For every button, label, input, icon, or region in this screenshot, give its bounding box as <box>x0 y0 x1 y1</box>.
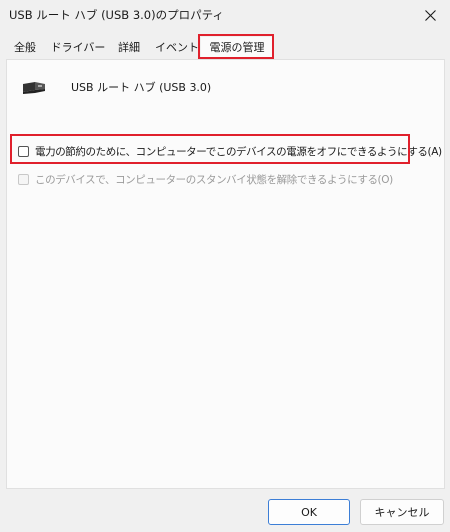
tab-details[interactable]: 詳細 <box>111 37 147 59</box>
tab-strip: 全般 ドライバー 詳細 イベント 電源の管理 <box>5 37 445 60</box>
allow-power-off-checkbox[interactable] <box>18 146 29 157</box>
allow-wake-option: このデバイスで、コンピューターのスタンバイ状態を解除できるようにする(O) <box>18 172 393 187</box>
title-bar: USB ルート ハブ (USB 3.0)のプロパティ <box>0 0 450 30</box>
device-name: USB ルート ハブ (USB 3.0) <box>71 81 212 94</box>
allow-wake-label: このデバイスで、コンピューターのスタンバイ状態を解除できるようにする(O) <box>35 174 393 186</box>
tab-panel <box>6 59 445 489</box>
tab-general[interactable]: 全般 <box>9 37 41 59</box>
tab-power-management[interactable]: 電源の管理 <box>201 37 273 60</box>
allow-power-off-label: 電力の節約のために、コンピューターでこのデバイスの電源をオフにできるようにする(… <box>35 146 442 158</box>
close-button[interactable] <box>416 3 444 27</box>
allow-power-off-option[interactable]: 電力の節約のために、コンピューターでこのデバイスの電源をオフにできるようにする(… <box>18 144 442 159</box>
close-icon <box>424 9 436 21</box>
tab-events[interactable]: イベント <box>153 37 201 59</box>
window-title: USB ルート ハブ (USB 3.0)のプロパティ <box>9 8 224 22</box>
cancel-button[interactable]: キャンセル <box>360 499 444 525</box>
tab-driver[interactable]: ドライバー <box>49 37 107 59</box>
allow-wake-checkbox <box>18 174 29 185</box>
usb-plug-icon <box>23 82 45 94</box>
ok-button[interactable]: OK <box>268 499 350 525</box>
